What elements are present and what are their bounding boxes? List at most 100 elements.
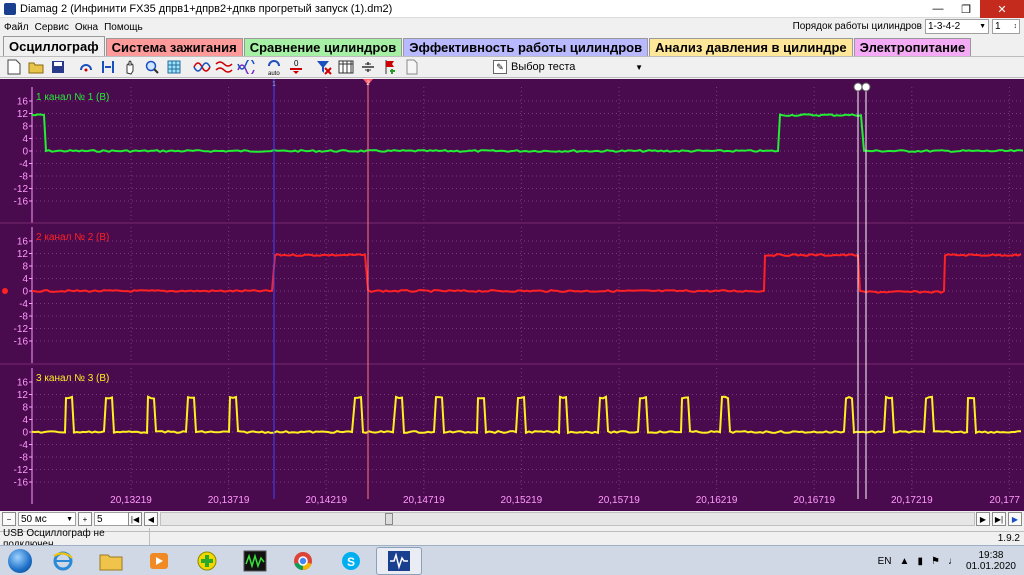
time-per-div-select[interactable]: 50 мс ▼: [18, 512, 76, 526]
table-icon[interactable]: [335, 57, 357, 77]
greenplus-icon[interactable]: [184, 547, 230, 575]
go-end-icon[interactable]: ▶|: [992, 512, 1006, 526]
minimize-icon[interactable]: —: [924, 0, 952, 18]
clock-date: 01.01.2020: [965, 561, 1016, 572]
test-select[interactable]: ✎ Выбор теста ▼: [493, 58, 643, 76]
tab-label: Осциллограф: [9, 39, 99, 54]
x-tick-label: 20,13219: [110, 495, 152, 506]
tab-label: Сравнение цилиндров: [249, 40, 397, 55]
window-controls: — ❐ ✕: [924, 0, 1024, 18]
channel-label: 1 канал № 1 (В): [36, 92, 109, 103]
maximize-icon[interactable]: ❐: [952, 0, 980, 18]
y-tick-label: -8: [19, 172, 28, 183]
auto-scale-icon[interactable]: auto: [263, 57, 285, 77]
cylinder-order-select[interactable]: 1-3-4-2 ▼: [925, 19, 989, 34]
tab-cylinder-compare[interactable]: Сравнение цилиндров: [243, 38, 403, 56]
hand-icon[interactable]: [119, 57, 141, 77]
network-icon[interactable]: ▮: [917, 556, 923, 567]
wave3-icon[interactable]: [235, 57, 257, 77]
y-tick-label: -16: [14, 337, 29, 348]
y-tick-label: 12: [17, 249, 29, 260]
cylinder-order-label: Порядок работы цилиндров: [792, 21, 922, 32]
menu-service[interactable]: Сервис: [32, 22, 72, 33]
channel-label: 3 канал № 3 (В): [36, 373, 109, 384]
x-tick-label: 20,14219: [305, 495, 347, 506]
tab-pressure-analysis[interactable]: Анализ давления в цилиндре: [649, 38, 853, 56]
clock[interactable]: 19:38 01.01.2020: [966, 550, 1016, 572]
flag-icon[interactable]: ⚑: [931, 556, 940, 567]
grid-icon[interactable]: [163, 57, 185, 77]
time-scrollbar[interactable]: [160, 512, 975, 526]
y-tick-label: 8: [22, 403, 28, 414]
scroll-right-icon[interactable]: ▶: [976, 512, 990, 526]
channel-2-offset-marker: [2, 288, 8, 294]
scope-app-icon[interactable]: [232, 547, 278, 575]
tray-arrow-icon[interactable]: ▲: [900, 556, 910, 567]
marker-handle: [861, 82, 871, 92]
cylinder-number-value: 1: [995, 21, 1001, 32]
tab-label: Эффективность работы цилиндров: [409, 40, 643, 55]
zero-icon[interactable]: 0: [285, 57, 307, 77]
diamag-icon[interactable]: [376, 546, 422, 575]
cylinder-order-group: Порядок работы цилиндров 1-3-4-2 ▼ 1 ↕: [793, 19, 1020, 34]
y-tick-label: 12: [17, 109, 29, 120]
marker-icon[interactable]: [379, 57, 401, 77]
scope-background: [0, 79, 1024, 511]
new-file-icon[interactable]: [3, 57, 25, 77]
y-tick-label: 8: [22, 262, 28, 273]
y-tick-label: 0: [22, 287, 28, 298]
skype-icon[interactable]: S: [328, 547, 374, 575]
save-icon[interactable]: [47, 57, 69, 77]
ie-icon[interactable]: [40, 547, 86, 575]
menu-windows[interactable]: Окна: [72, 22, 101, 33]
zoom-in-icon[interactable]: +: [78, 512, 92, 526]
play-icon[interactable]: ▶: [1008, 512, 1022, 526]
cylinder-order-value: 1-3-4-2: [928, 21, 961, 32]
x-tick-label: 20,13719: [208, 495, 250, 506]
cursor-icon[interactable]: [357, 57, 379, 77]
media-icon[interactable]: [136, 547, 182, 575]
close-icon[interactable]: ✕: [980, 0, 1024, 18]
y-tick-label: -8: [19, 453, 28, 464]
tab-label: Электропитание: [859, 40, 966, 55]
volume-icon[interactable]: ♩: [948, 556, 958, 567]
explorer-icon[interactable]: [88, 547, 134, 575]
y-tick-label: -4: [19, 440, 28, 451]
filter-icon[interactable]: [313, 57, 335, 77]
zoom-out-icon[interactable]: −: [2, 512, 16, 526]
chrome-icon[interactable]: [280, 547, 326, 575]
scroll-left-icon[interactable]: ◀: [144, 512, 158, 526]
language-indicator[interactable]: EN: [878, 556, 892, 567]
x-tick-label: 20,16719: [793, 495, 835, 506]
oscilloscope-view[interactable]: 1612840-4-8-12-161 канал № 1 (В)1612840-…: [0, 79, 1024, 511]
tab-power-supply[interactable]: Электропитание: [853, 38, 972, 56]
y-tick-label: 0: [22, 428, 28, 439]
channel-sync-icon[interactable]: [75, 57, 97, 77]
menu-help[interactable]: Помощь: [101, 22, 146, 33]
time-per-div-group: − 50 мс ▼ + 5 ▼: [2, 512, 142, 526]
cylinder-number-select[interactable]: 1 ↕: [992, 19, 1020, 34]
menu-file[interactable]: Файл: [0, 22, 32, 33]
version-label: 1.9.2: [997, 533, 1020, 544]
tab-ignition[interactable]: Система зажигания: [105, 38, 243, 56]
scrollbar-thumb[interactable]: [385, 513, 393, 525]
open-folder-icon[interactable]: [25, 57, 47, 77]
tab-cylinder-efficiency[interactable]: Эффективность работы цилиндров: [403, 38, 649, 56]
y-tick-label: 4: [22, 134, 28, 145]
y-tick-label: -12: [14, 184, 29, 195]
spin-icon: ↕: [1013, 23, 1018, 30]
fit-icon[interactable]: [97, 57, 119, 77]
zoom-icon[interactable]: [141, 57, 163, 77]
test-icon: ✎: [493, 60, 507, 74]
y-tick-label: -12: [14, 465, 29, 476]
wave2-icon[interactable]: [213, 57, 235, 77]
window-title: Diamag 2 (Инфинити FX35 дпрв1+дпрв2+дпкв…: [20, 2, 393, 15]
x-tick-label: 20,177: [989, 495, 1020, 506]
tab-oscilloscope[interactable]: Осциллограф: [3, 36, 105, 56]
start-button[interactable]: [0, 546, 40, 575]
go-start-icon[interactable]: |◀: [128, 512, 142, 526]
wave1-icon[interactable]: [191, 57, 213, 77]
x-tick-label: 20,14719: [403, 495, 445, 506]
chevron-down-icon: ▼: [66, 515, 73, 523]
page-icon[interactable]: [401, 57, 423, 77]
